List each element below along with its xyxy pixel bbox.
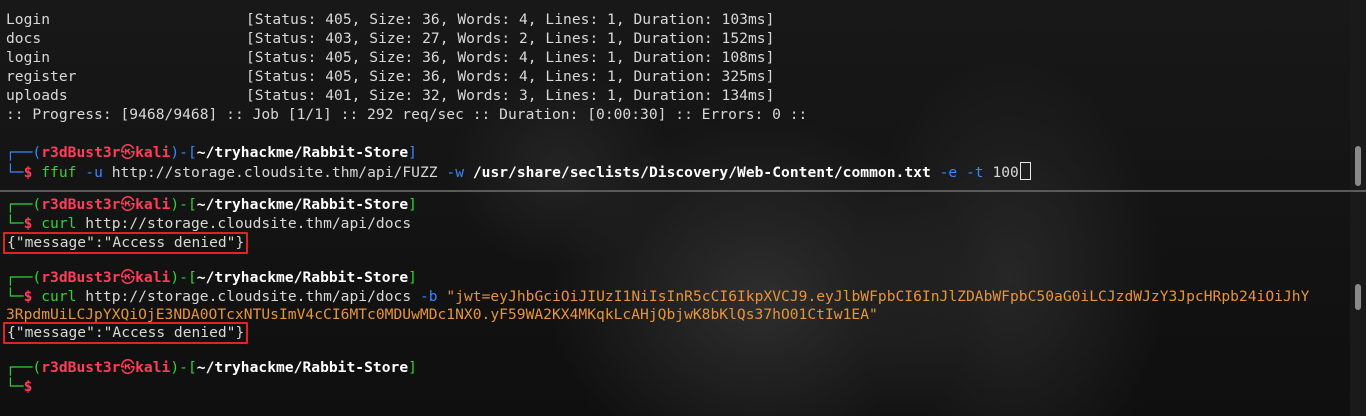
prompt-line: ┌──(r3dBust3r㉿kali)-[~/tryhackme/Rabbit-… bbox=[6, 144, 417, 161]
result-line: Login [Status: 405, Size: 36, Words: 4, L… bbox=[6, 11, 775, 28]
prompt-user: r3dBust3r bbox=[41, 144, 121, 161]
pane-divider[interactable] bbox=[0, 190, 1366, 192]
result-line: login [Status: 405, Size: 36, Words: 4, L… bbox=[6, 49, 775, 66]
response-highlight-box: {"message":"Access denied"} bbox=[3, 322, 249, 344]
result-line: uploads [Status: 401, Size: 32, Words: 3,… bbox=[6, 87, 775, 104]
command-line: └─$ curl http://storage.cloudsite.thm/ap… bbox=[6, 215, 412, 232]
prompt-path: ~/tryhackme/Rabbit-Store bbox=[196, 144, 409, 161]
scrollbar-bottom[interactable] bbox=[1350, 192, 1366, 416]
result-line: docs [Status: 403, Size: 27, Words: 2, Li… bbox=[6, 30, 775, 47]
scrollbar-thumb[interactable] bbox=[1355, 284, 1361, 310]
prompt-line: ┌──(r3dBust3r㉿kali)-[~/tryhackme/Rabbit-… bbox=[6, 269, 417, 286]
kali-skull-icon: ㉿ bbox=[120, 269, 136, 286]
terminal-pane-top[interactable]: Login [Status: 405, Size: 36, Words: 4, L… bbox=[0, 0, 1350, 190]
kali-skull-icon: ㉿ bbox=[120, 196, 136, 213]
prompt-host: kali bbox=[135, 144, 171, 161]
prompt-line: ┌──(r3dBust3r㉿kali)-[~/tryhackme/Rabbit-… bbox=[6, 196, 417, 213]
prompt-line: ┌──(r3dBust3r㉿kali)-[~/tryhackme/Rabbit-… bbox=[6, 359, 417, 376]
command-line: └─$ curl http://storage.cloudsite.thm/ap… bbox=[6, 288, 1310, 305]
scrollbar-thumb[interactable] bbox=[1355, 146, 1361, 186]
kali-skull-icon: ㉿ bbox=[120, 359, 136, 376]
progress-line: :: Progress: [9468/9468] :: Job [1/1] ::… bbox=[6, 106, 808, 123]
terminal-pane-bottom[interactable]: ┌──(r3dBust3r㉿kali)-[~/tryhackme/Rabbit-… bbox=[0, 193, 1350, 416]
scrollbar-top[interactable] bbox=[1350, 0, 1366, 190]
kali-skull-icon: ㉿ bbox=[120, 144, 136, 161]
active-prompt[interactable]: └─$ bbox=[6, 377, 32, 396]
response-highlight-box: {"message":"Access denied"} bbox=[3, 232, 249, 254]
text-cursor bbox=[1019, 162, 1031, 180]
result-line: register [Status: 405, Size: 36, Words: 4… bbox=[6, 68, 775, 85]
command-line[interactable]: └─$ ffuf -u http://storage.cloudsite.thm… bbox=[6, 162, 1031, 181]
